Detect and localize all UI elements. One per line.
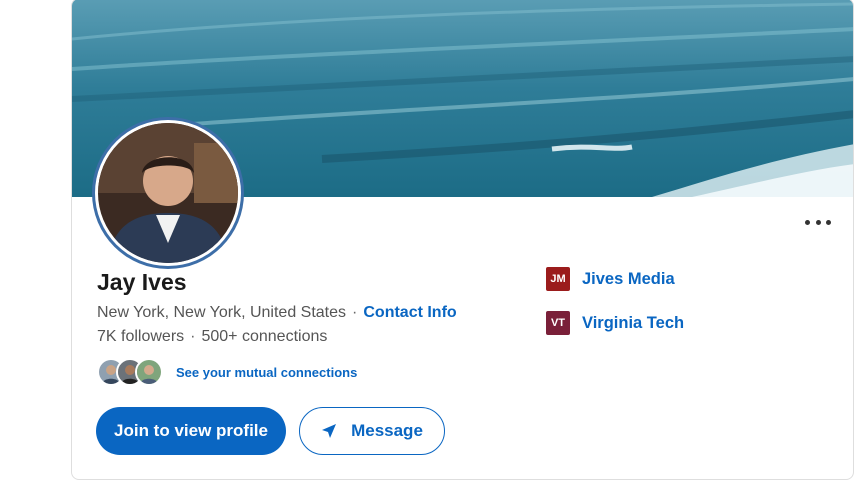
organization-virginia-tech[interactable]: VT Virginia Tech (546, 311, 684, 335)
separator-dot: · (352, 304, 358, 321)
message-label: Message (351, 421, 423, 440)
profile-name: Jay Ives (97, 269, 187, 295)
separator-dot: · (190, 328, 196, 345)
virginia-tech-logo: VT (546, 311, 570, 335)
more-horizontal-icon (805, 219, 810, 225)
organization-name: Virginia Tech (582, 313, 685, 332)
profile-card: Jay Ives New York, New York, United Stat… (71, 0, 854, 480)
join-to-view-profile-button[interactable]: Join to view profile (96, 407, 286, 455)
followers-count: 7K followers (97, 328, 185, 345)
location-line: New York, New York, United States · Contac… (97, 304, 457, 322)
send-arrow-icon (322, 424, 337, 438)
more-options-button[interactable] (805, 217, 831, 227)
connections-count: 500+ connections (201, 328, 328, 345)
organization-name: Jives Media (582, 269, 675, 288)
message-button[interactable]: Message (299, 407, 445, 455)
profile-avatar (98, 123, 238, 263)
location-text: New York, New York, United States (97, 304, 347, 321)
organization-jives-media[interactable]: JM Jives Media (546, 267, 675, 291)
contact-info-link[interactable]: Contact Info (363, 304, 456, 321)
mutual-connections-link[interactable]: See your mutual connections (176, 365, 357, 380)
mutual-avatar (135, 358, 163, 386)
jives-media-logo: JM (546, 267, 570, 291)
network-line: 7K followers · 500+ connections (97, 328, 327, 346)
mutual-connections: See your mutual connections (97, 356, 357, 388)
